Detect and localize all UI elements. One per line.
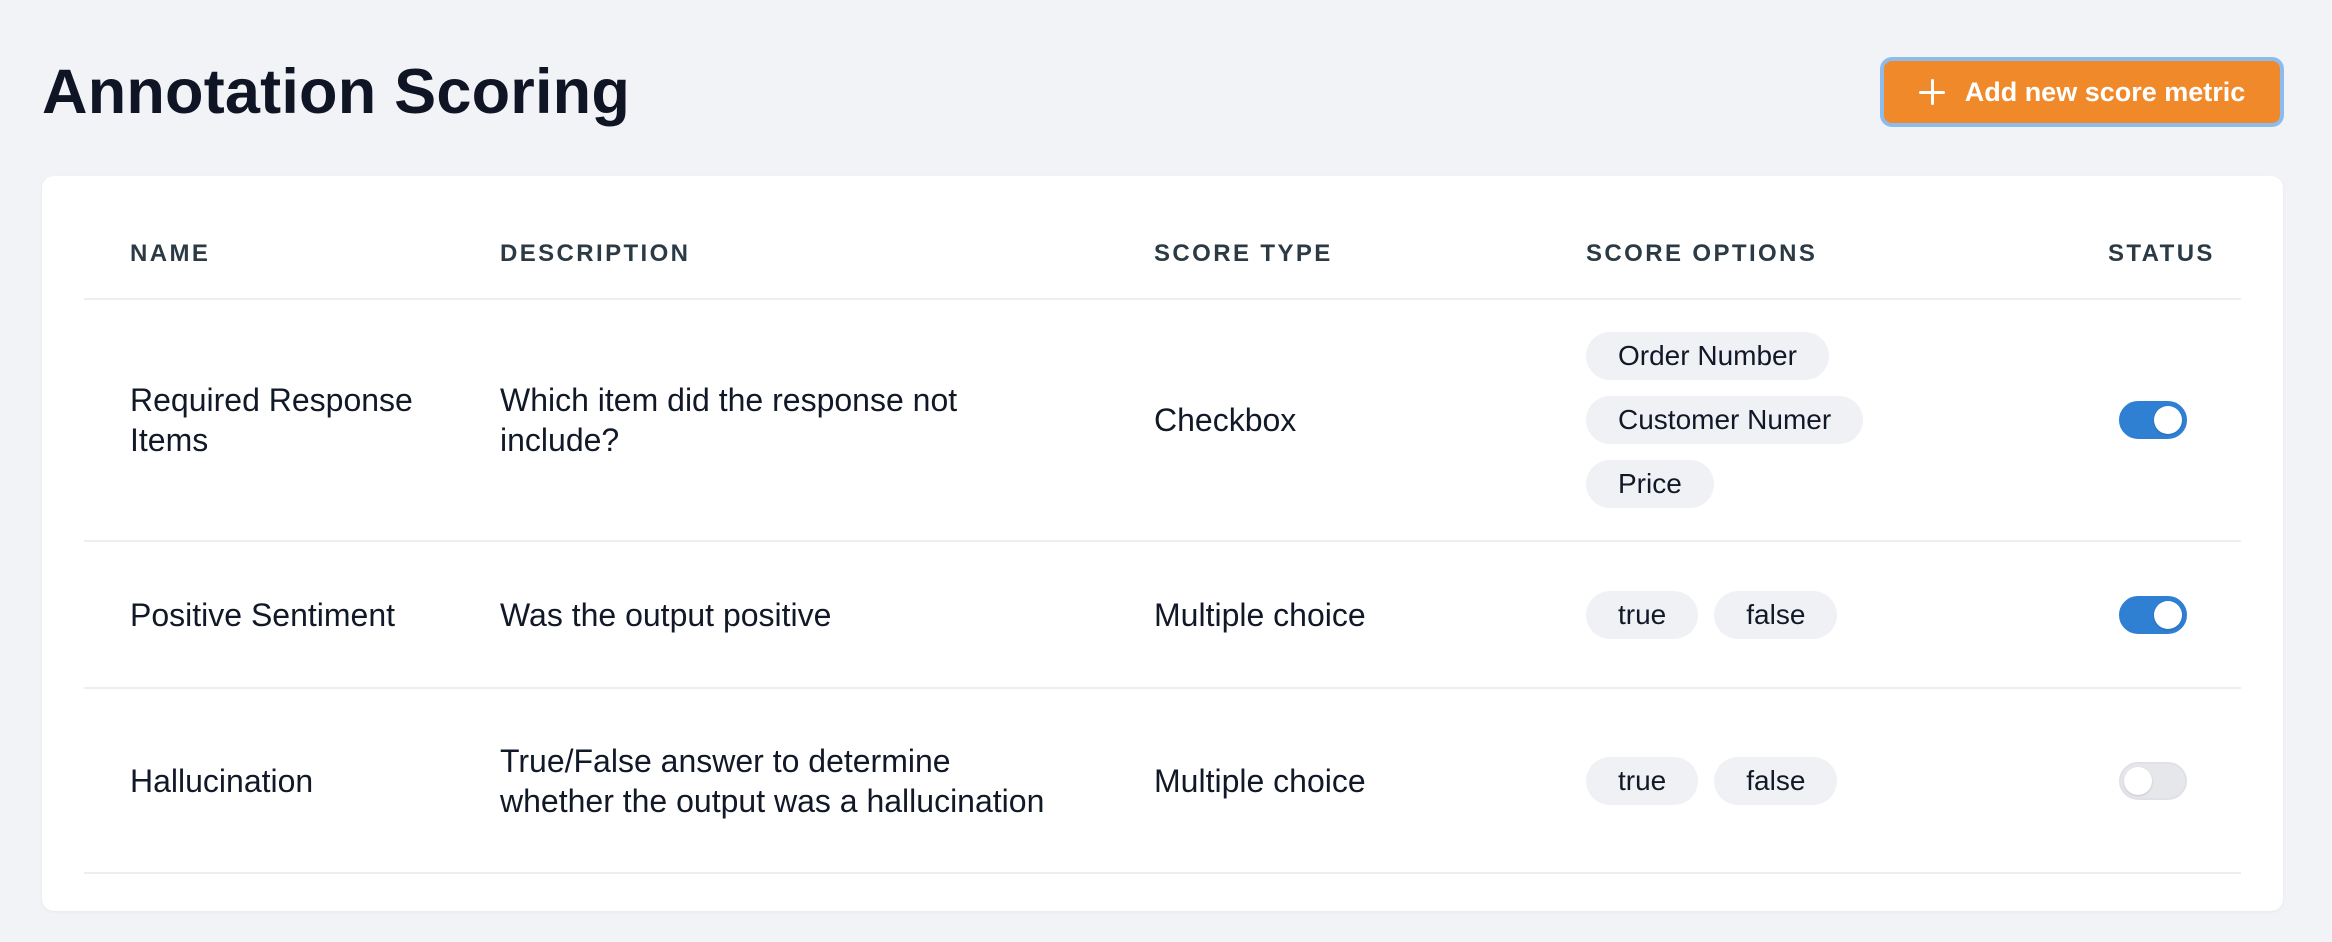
score-option-chip: Order Number [1586, 332, 1829, 380]
score-options-list: true false [1586, 590, 1838, 639]
column-header-description: DESCRIPTION [500, 240, 691, 267]
metric-score-type-text: Checkbox [1154, 402, 1297, 438]
column-header-score-type: SCORE TYPE [1154, 240, 1333, 267]
metric-score-type: Checkbox [1154, 300, 1514, 540]
metric-description: Which item did the response not include? [500, 300, 1060, 540]
score-option-chip: false [1714, 590, 1838, 639]
status-toggle[interactable] [2119, 595, 2187, 634]
metric-description-text: True/False answer to determine whether t… [500, 742, 1045, 819]
table-row: Required Response Items Which item did t… [84, 300, 2241, 542]
score-metrics-table: NAME DESCRIPTION SCORE TYPE SCORE OPTION… [84, 214, 2241, 874]
metric-score-options: true false [1586, 689, 2086, 872]
metric-score-options: Order Number Customer Numer Price [1586, 300, 2086, 540]
column-header-score-options: SCORE OPTIONS [1586, 240, 1818, 267]
metric-name-text: Hallucination [130, 762, 314, 799]
metric-status [2108, 300, 2198, 540]
column-header-status: STATUS [2108, 240, 2215, 267]
metric-score-type-text: Multiple choice [1154, 762, 1366, 799]
status-toggle[interactable] [2119, 401, 2187, 439]
metric-name: Hallucination [130, 689, 430, 872]
metric-name: Required Response Items [130, 300, 430, 540]
plus-icon [1918, 79, 1945, 105]
metric-status [2108, 689, 2198, 872]
metric-name-text: Required Response Items [130, 382, 413, 458]
metric-description-text: Which item did the response not include? [500, 382, 958, 458]
score-option-chip: true [1586, 590, 1699, 639]
toggle-knob [2154, 600, 2182, 629]
metric-description-text: Was the output positive [500, 596, 832, 633]
metric-description: True/False answer to determine whether t… [500, 689, 1060, 872]
status-toggle[interactable] [2119, 761, 2187, 800]
metric-name: Positive Sentiment [130, 542, 430, 687]
score-options-list: true false [1586, 756, 1838, 805]
metric-score-type: Multiple choice [1154, 689, 1514, 872]
score-option-chip: Price [1586, 460, 1714, 508]
table-row: Positive Sentiment Was the output positi… [84, 542, 2241, 689]
table-row: Hallucination True/False answer to deter… [84, 689, 2241, 874]
column-header-name: NAME [130, 240, 211, 267]
add-new-score-metric-button[interactable]: Add new score metric [1880, 57, 2284, 127]
metric-status [2108, 542, 2198, 687]
toggle-knob [2154, 406, 2182, 434]
metric-score-type: Multiple choice [1154, 542, 1514, 687]
add-new-score-metric-label: Add new score metric [1964, 76, 2246, 107]
table-header: NAME DESCRIPTION SCORE TYPE SCORE OPTION… [84, 214, 2241, 300]
metric-score-type-text: Multiple choice [1154, 596, 1366, 633]
score-options-list: Order Number Customer Numer Price [1586, 332, 1864, 508]
metric-description: Was the output positive [500, 542, 1060, 687]
score-option-chip: true [1586, 756, 1699, 805]
toggle-knob [2124, 766, 2152, 795]
metric-name-text: Positive Sentiment [130, 596, 396, 633]
score-metrics-card: NAME DESCRIPTION SCORE TYPE SCORE OPTION… [42, 176, 2283, 911]
score-option-chip: false [1714, 756, 1838, 805]
score-option-chip: Customer Numer [1586, 396, 1864, 444]
page-title: Annotation Scoring [42, 57, 631, 127]
metric-score-options: true false [1586, 542, 2086, 687]
